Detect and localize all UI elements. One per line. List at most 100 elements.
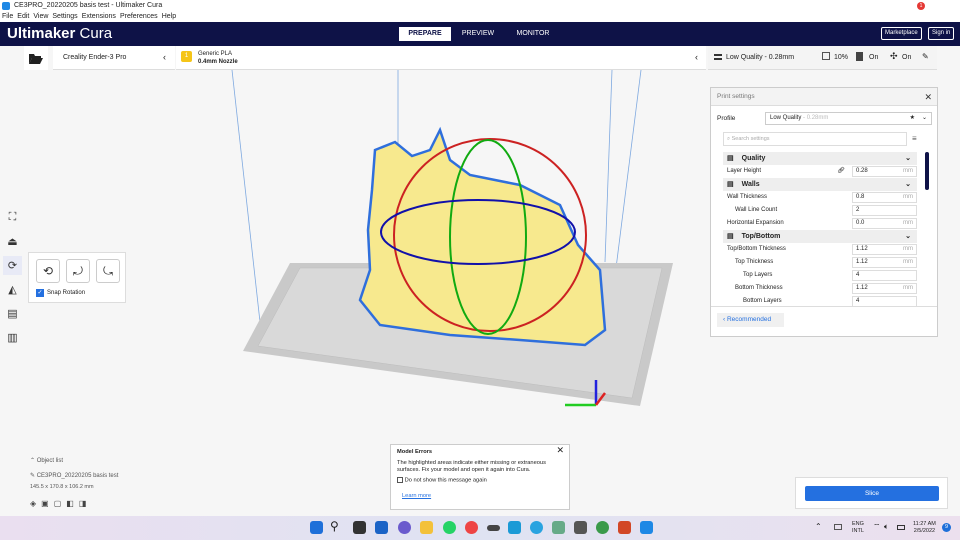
setting-row[interactable]: Bottom Thickness 1.12 mm — [723, 282, 917, 295]
menu-file[interactable]: File — [2, 11, 13, 22]
setting-row[interactable]: Horizontal Expansion 0.0 mm — [723, 217, 917, 230]
search-settings-input[interactable]: ⌕ Search settings — [723, 132, 907, 146]
photos-icon[interactable] — [552, 521, 565, 534]
widgets-icon[interactable] — [375, 521, 388, 534]
learn-more-link[interactable]: Learn more — [402, 493, 563, 501]
rotate-tool[interactable]: ⟳ — [3, 256, 22, 275]
print-settings-panel: Print settings ✕ Profile Low Quality - 0.… — [710, 87, 938, 337]
printer-selector[interactable]: Creality Ender-3 Pro ‹ — [53, 46, 175, 70]
keyboard-icon[interactable] — [834, 524, 842, 530]
setting-value-input[interactable]: 0.8 mm — [852, 192, 917, 203]
close-icon[interactable]: ✕ — [556, 446, 564, 455]
app-icon[interactable] — [487, 525, 500, 531]
setting-value-input[interactable]: 0.0 mm — [852, 218, 917, 229]
top-view-icon[interactable]: ▢ — [54, 499, 62, 508]
extruder-number-badge: 1 — [181, 51, 192, 62]
language-indicator[interactable]: ENG INTL — [852, 521, 864, 535]
setting-value-input[interactable]: 1.12 mm — [852, 244, 917, 255]
search-placeholder: Search settings — [731, 136, 770, 142]
move-tool[interactable]: ⛶ — [3, 208, 22, 227]
tab-prepare[interactable]: PREPARE — [399, 27, 451, 41]
setting-value-input[interactable]: 0.28 mm — [852, 166, 917, 177]
setting-row[interactable]: Top Thickness 1.12 mm — [723, 256, 917, 269]
support-blocker-tool[interactable]: ▥ — [3, 328, 22, 347]
model-errors-title: Model Errors — [397, 449, 433, 455]
setting-label: Top Layers — [743, 272, 773, 278]
chrome-icon[interactable] — [465, 521, 478, 534]
menu-edit[interactable]: Edit — [17, 11, 29, 22]
dont-show-checkbox[interactable] — [397, 476, 403, 483]
object-list-toggle[interactable]: ⌃ Object list — [30, 457, 63, 464]
menu-preferences[interactable]: Preferences — [120, 11, 158, 22]
setting-label: Wall Line Count — [735, 207, 778, 213]
vpn-icon[interactable] — [596, 521, 609, 534]
start-icon[interactable] — [310, 521, 323, 534]
marketplace-button[interactable]: Marketplace — [881, 27, 922, 40]
setting-row[interactable]: Wall Line Count 2 — [723, 204, 917, 217]
setting-value-input[interactable]: 1.12 mm — [852, 283, 917, 294]
per-model-settings-tool[interactable]: ▤ — [3, 304, 22, 323]
setting-row[interactable]: Top/Bottom Thickness 1.12 mm — [723, 243, 917, 256]
print-setup-selector[interactable]: Low Quality - 0.28mm 10% On ✣ On ✎ — [708, 46, 937, 70]
powerpoint-icon[interactable] — [618, 521, 631, 534]
star-icon[interactable]: ★ — [910, 113, 915, 124]
setting-row[interactable]: Wall Thickness 0.8 mm — [723, 191, 917, 204]
front-view-icon[interactable]: ▣ — [41, 499, 49, 508]
setting-value-input[interactable]: 4 — [852, 270, 917, 281]
teams-chat-icon[interactable] — [398, 521, 411, 534]
extruder-selector[interactable]: 1 Generic PLA 0.4mm Nozzle ‹ — [176, 46, 706, 70]
menu-view[interactable]: View — [33, 11, 48, 22]
profile-dropdown[interactable]: Low Quality - 0.28mm ★ ⌄ — [765, 112, 932, 125]
cura-taskbar-icon[interactable] — [640, 521, 653, 534]
file-explorer-icon[interactable] — [420, 521, 433, 534]
right-view-icon[interactable]: ◨ — [79, 499, 87, 508]
menu-help[interactable]: Help — [162, 11, 176, 22]
slice-button[interactable]: Slice — [805, 486, 939, 501]
tab-monitor[interactable]: MONITOR — [507, 27, 559, 41]
profile-suffix: - 0.28mm — [803, 115, 829, 121]
nozzle-size: 0.4mm Nozzle — [198, 59, 238, 65]
tab-preview[interactable]: PREVIEW — [452, 27, 504, 41]
snap-rotation-checkbox[interactable]: ✓ — [36, 289, 44, 297]
setting-row[interactable]: Top Layers 4 — [723, 269, 917, 282]
search-icon[interactable]: ⚲ — [330, 519, 339, 533]
volume-icon[interactable]: 🔈︎ — [884, 522, 889, 532]
setting-value-input[interactable]: 2 — [852, 205, 917, 216]
tray-overflow-icon[interactable]: ⌃ — [815, 522, 822, 531]
3d-view-icon[interactable]: ◈ — [30, 499, 36, 508]
window-title: CE3PRO_20220205 basis test - Ultimaker C… — [14, 2, 163, 9]
left-view-icon[interactable]: ◧ — [66, 499, 74, 508]
support-value: On — [869, 54, 879, 61]
menu-extensions[interactable]: Extensions — [82, 11, 116, 22]
lync-icon[interactable] — [508, 521, 521, 534]
settings-category[interactable]: ▤ Walls ⌄ — [723, 178, 917, 191]
settings-category[interactable]: ▤ Quality ⌄ — [723, 152, 917, 165]
notification-badge[interactable]: 9 — [942, 523, 951, 532]
select-face-button[interactable]: ⤿ — [96, 259, 120, 283]
reset-rotation-button[interactable]: ⟲ — [36, 259, 60, 283]
snipping-icon[interactable] — [574, 521, 587, 534]
menu-settings[interactable]: Settings — [52, 11, 77, 22]
setting-value-input[interactable]: 1.12 mm — [852, 257, 917, 268]
mirror-tool[interactable]: ◭ — [3, 280, 22, 299]
clock[interactable]: 11:27 AM 2/5/2022 — [913, 521, 936, 535]
wifi-icon[interactable]: ⌔ — [873, 522, 881, 532]
sign-in-button[interactable]: Sign in — [928, 27, 955, 40]
settings-scrollbar[interactable] — [925, 152, 929, 190]
close-icon[interactable]: ✕ — [924, 88, 932, 106]
chevron-left-icon: ‹ — [695, 52, 698, 62]
setting-label: Bottom Thickness — [735, 285, 783, 291]
setting-row[interactable]: Layer Height 🔗︎ 0.28 mm — [723, 165, 917, 178]
chevron-down-icon: ⌄ — [905, 181, 911, 188]
scale-tool[interactable]: ⏏ — [3, 232, 22, 251]
category-label: Top/Bottom — [741, 233, 781, 240]
battery-icon[interactable] — [897, 525, 905, 530]
settings-menu-icon[interactable]: ≡ — [912, 134, 917, 143]
recommended-button[interactable]: ‹ Recommended — [717, 313, 784, 327]
open-file-button[interactable] — [24, 46, 48, 70]
telegram-icon[interactable] — [530, 521, 543, 534]
settings-category[interactable]: ▤ Top/Bottom ⌄ — [723, 230, 917, 243]
lay-flat-button[interactable]: ⤾ — [66, 259, 90, 283]
task-view-icon[interactable] — [353, 521, 366, 534]
whatsapp-icon[interactable] — [443, 521, 456, 534]
